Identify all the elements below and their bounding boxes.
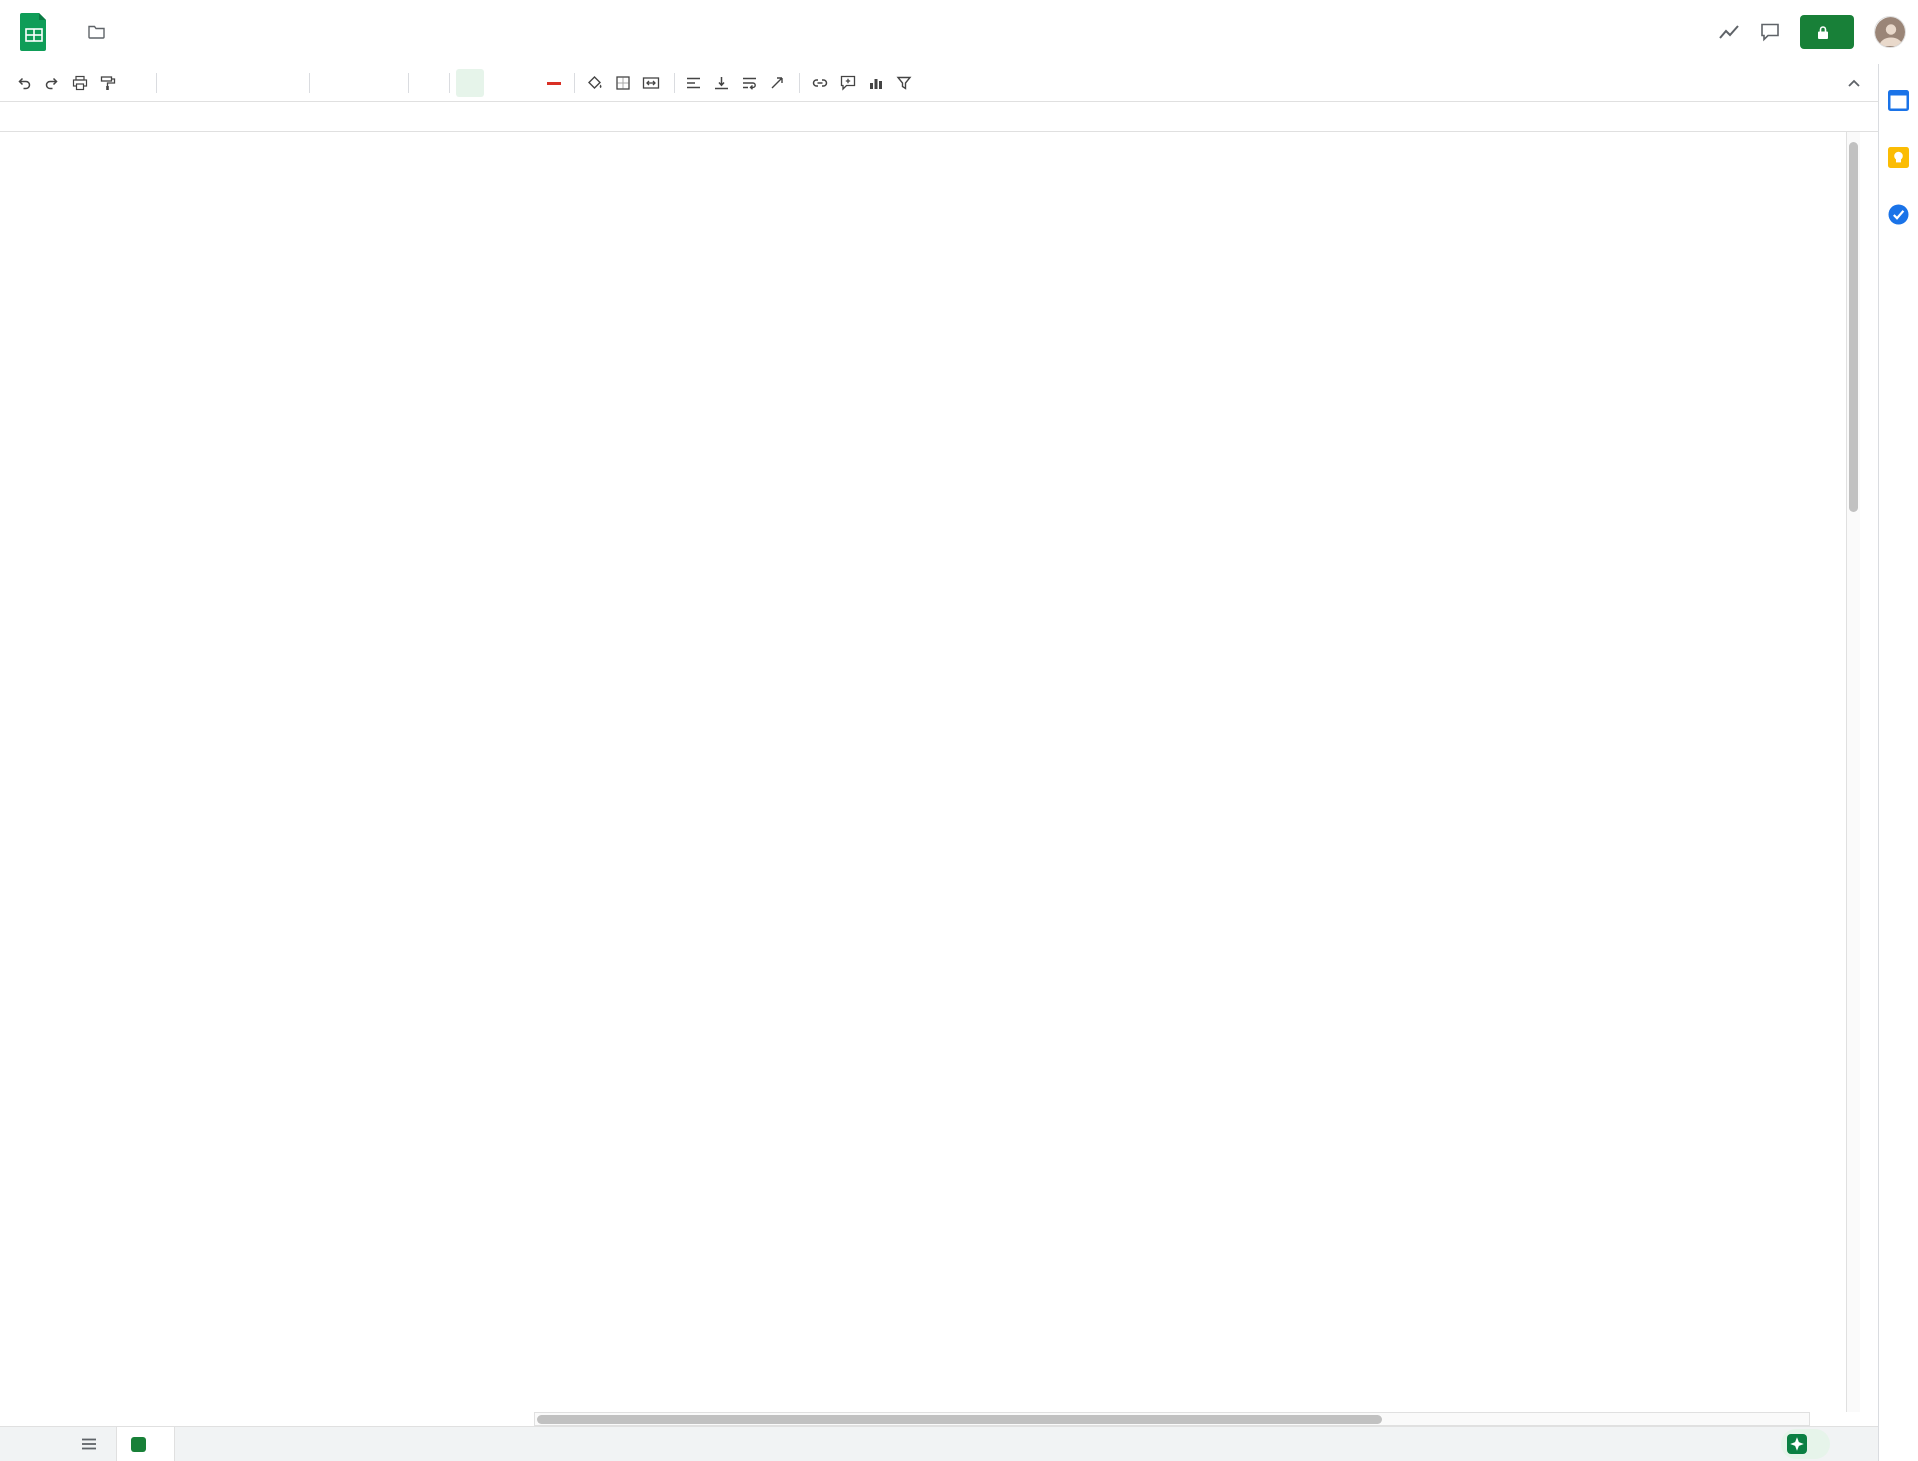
- toolbar-separator: [449, 73, 450, 93]
- sheet-tab-badge: [131, 1437, 146, 1452]
- percent-format-button[interactable]: [191, 69, 219, 97]
- font-family-select[interactable]: [316, 69, 402, 97]
- strikethrough-button[interactable]: [512, 69, 540, 97]
- toolbar-separator: [674, 73, 675, 93]
- formula-bar[interactable]: [0, 102, 1878, 132]
- vertical-scrollbar[interactable]: [1846, 132, 1860, 1412]
- insert-chart-button[interactable]: [862, 69, 890, 97]
- side-panel: [1878, 64, 1918, 1461]
- borders-button[interactable]: [609, 69, 637, 97]
- horizontal-scrollbar-thumb[interactable]: [537, 1415, 1382, 1424]
- number-format-select[interactable]: [275, 69, 303, 97]
- all-sheets-button[interactable]: [72, 1427, 106, 1461]
- sheets-logo-icon[interactable]: [20, 13, 48, 51]
- toolbar: [0, 64, 1878, 102]
- calendar-icon[interactable]: [1888, 90, 1909, 111]
- decrease-decimal-button[interactable]: [219, 69, 247, 97]
- user-avatar[interactable]: [1874, 16, 1906, 48]
- top-bar: [0, 0, 1918, 64]
- lock-icon: [1816, 25, 1830, 40]
- zoom-select[interactable]: [122, 69, 150, 97]
- vertical-align-button[interactable]: [709, 69, 737, 97]
- insights-icon[interactable]: [1718, 23, 1740, 41]
- hamburger-icon: [81, 1437, 97, 1451]
- toolbar-separator: [799, 73, 800, 93]
- redo-button[interactable]: [38, 69, 66, 97]
- horizontal-align-button[interactable]: [681, 69, 709, 97]
- comment-history-icon[interactable]: [1760, 23, 1780, 42]
- move-to-folder-icon[interactable]: [88, 24, 105, 39]
- functions-button[interactable]: [918, 69, 946, 97]
- toolbar-separator: [408, 73, 409, 93]
- horizontal-scroll-arrows: [1812, 1412, 1820, 1426]
- bold-button[interactable]: [456, 69, 484, 97]
- sheet-tabs-bar: [0, 1426, 1878, 1461]
- print-button[interactable]: [66, 69, 94, 97]
- text-color-bar: [547, 82, 561, 85]
- title-block: [64, 24, 105, 40]
- undo-button[interactable]: [10, 69, 38, 97]
- chevron-up-icon: [1846, 77, 1862, 89]
- fill-color-button[interactable]: [581, 69, 609, 97]
- insert-link-button[interactable]: [806, 69, 834, 97]
- text-color-button[interactable]: [540, 69, 568, 97]
- text-wrap-button[interactable]: [737, 69, 765, 97]
- top-actions: [1718, 15, 1918, 49]
- italic-button[interactable]: [484, 69, 512, 97]
- paint-format-button[interactable]: [94, 69, 122, 97]
- text-rotation-button[interactable]: [765, 69, 793, 97]
- sheet-tab-sheet1[interactable]: [116, 1427, 175, 1461]
- hide-toolbar-button[interactable]: [1846, 77, 1862, 89]
- insert-comment-button[interactable]: [834, 69, 862, 97]
- grid-area: [0, 132, 1846, 1412]
- merge-cells-button[interactable]: [637, 69, 668, 97]
- toolbar-separator: [309, 73, 310, 93]
- filter-button[interactable]: [890, 69, 918, 97]
- vertical-scrollbar-thumb[interactable]: [1849, 142, 1858, 512]
- tasks-icon[interactable]: [1888, 204, 1909, 225]
- toolbar-separator: [574, 73, 575, 93]
- explore-icon: [1787, 1434, 1807, 1454]
- horizontal-scrollbar[interactable]: [534, 1412, 1810, 1426]
- toolbar-separator: [156, 73, 157, 93]
- font-size-select[interactable]: [415, 69, 443, 97]
- currency-format-button[interactable]: [163, 69, 191, 97]
- keep-icon[interactable]: [1888, 147, 1909, 168]
- add-sheet-button[interactable]: [38, 1427, 72, 1461]
- share-button[interactable]: [1800, 15, 1854, 49]
- increase-decimal-button[interactable]: [247, 69, 275, 97]
- explore-button[interactable]: [1781, 1429, 1830, 1459]
